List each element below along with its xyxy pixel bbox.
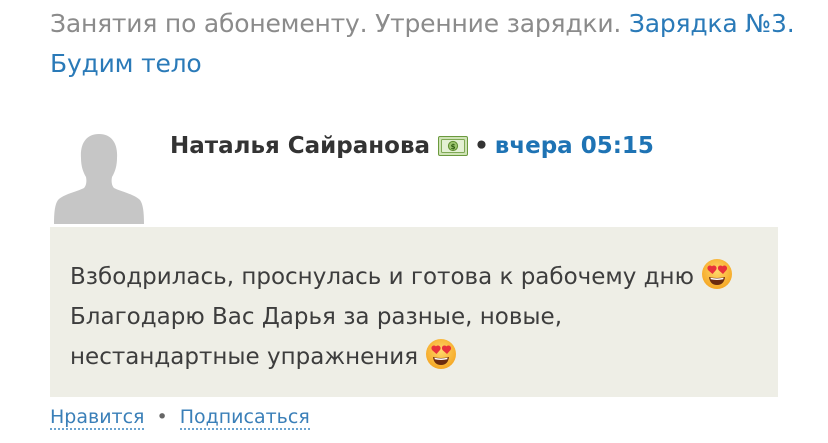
subscribe-button[interactable]: Подписаться — [179, 406, 310, 430]
svg-text:$: $ — [451, 143, 456, 151]
comment-text-part2: Благодарю Вас Дарья за разные, новые, не… — [70, 304, 563, 370]
money-icon: $ — [438, 136, 469, 156]
comment-text-part1: Взбодрилась, проснулась и готова к рабоч… — [70, 264, 702, 290]
breadcrumb: Занятия по абонементу. Утренние зарядки.… — [50, 4, 810, 84]
header-separator: • — [474, 133, 489, 159]
comment-header: Наталья Сайранова $ • вчера 05:15 — [170, 128, 654, 164]
default-avatar-icon — [54, 134, 144, 224]
comment-body: Взбодрилась, проснулась и готова к рабоч… — [50, 227, 778, 397]
breadcrumb-link-line2[interactable]: Будим тело — [50, 49, 202, 78]
avatar[interactable] — [52, 130, 146, 224]
actions-separator: • — [156, 406, 168, 428]
comment-time[interactable]: вчера 05:15 — [495, 133, 654, 159]
heart-eyes-emoji-icon — [701, 258, 733, 290]
breadcrumb-lead: Занятия по абонементу. Утренние зарядки. — [50, 9, 629, 38]
comment-actions: Нравится • Подписаться — [50, 403, 310, 431]
heart-eyes-emoji-icon — [425, 338, 457, 370]
breadcrumb-link-line1[interactable]: Зарядка №3. — [629, 9, 795, 38]
like-button[interactable]: Нравится — [50, 406, 145, 430]
author-name[interactable]: Наталья Сайранова — [170, 133, 430, 159]
